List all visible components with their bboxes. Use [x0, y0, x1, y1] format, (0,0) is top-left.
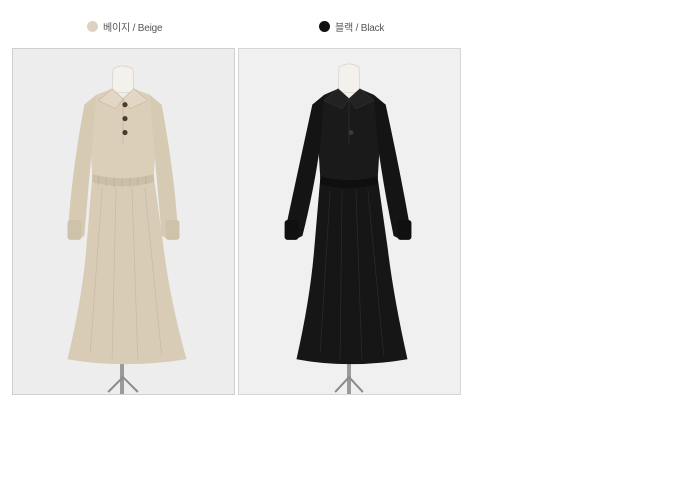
beige-dress-illustration	[67, 65, 187, 394]
black-swatch-dot	[319, 21, 330, 32]
color-option-black[interactable]: 블랙 / Black	[319, 19, 384, 34]
beige-swatch-dot	[87, 21, 98, 32]
black-label: 블랙 / Black	[335, 23, 385, 34]
color-option-beige[interactable]: 베이지 / Beige	[87, 19, 163, 34]
beige-label: 베이지 / Beige	[103, 23, 163, 34]
beige-dress-photo	[12, 48, 235, 395]
black-dress-photo	[238, 48, 461, 395]
black-dress-illustration	[284, 63, 412, 394]
